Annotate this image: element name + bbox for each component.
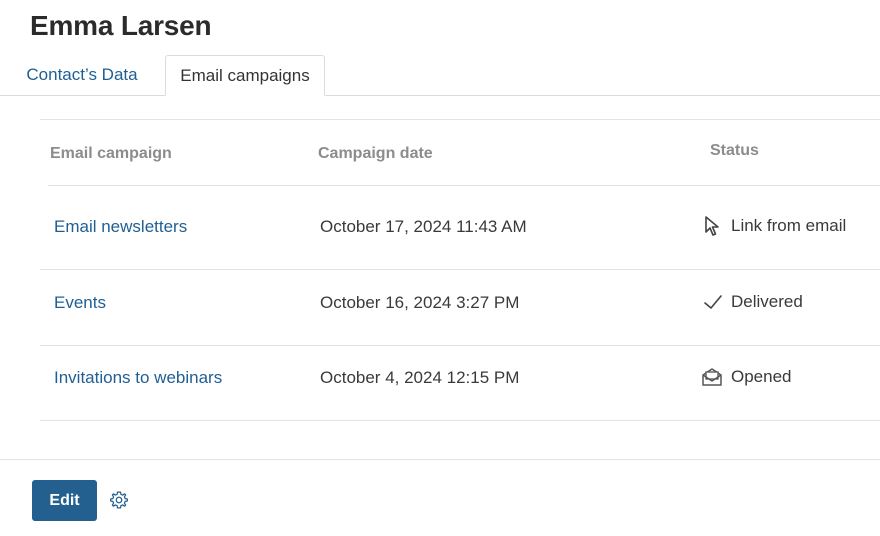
campaign-date: October 4, 2024 12:15 PM xyxy=(320,368,520,387)
row-divider xyxy=(40,345,880,346)
status-label: Opened xyxy=(731,367,792,386)
column-header-campaign-date: Campaign date xyxy=(318,145,433,162)
page-title: Emma Larsen xyxy=(30,10,212,41)
campaign-link[interactable]: Email newsletters xyxy=(54,217,187,237)
status-label: Link from email xyxy=(731,216,847,235)
status-cell: Opened xyxy=(701,366,792,388)
open-envelope-icon xyxy=(702,368,722,386)
tab-bar: Contact’s Data Email campaigns xyxy=(0,55,880,96)
footer-divider xyxy=(0,459,880,460)
check-icon xyxy=(704,295,722,309)
column-header-email-campaign: Email campaign xyxy=(50,145,172,162)
campaign-link[interactable]: Events xyxy=(54,293,106,313)
table-top-border xyxy=(40,119,880,120)
row-divider xyxy=(40,269,880,270)
campaign-date: October 17, 2024 11:43 AM xyxy=(320,217,527,236)
table-bottom-border xyxy=(40,420,880,421)
header-divider xyxy=(48,185,880,186)
cursor-icon xyxy=(705,216,719,236)
tab-contacts-data[interactable]: Contact’s Data xyxy=(0,55,164,95)
status-cell: Delivered xyxy=(703,291,803,313)
tab-email-campaigns[interactable]: Email campaigns xyxy=(165,55,325,96)
status-label: Delivered xyxy=(731,292,803,311)
campaign-link[interactable]: Invitations to webinars xyxy=(54,368,222,388)
edit-button[interactable]: Edit xyxy=(32,480,97,521)
column-header-status: Status xyxy=(710,142,759,159)
campaign-date: October 16, 2024 3:27 PM xyxy=(320,293,520,312)
gear-icon[interactable] xyxy=(109,490,129,510)
status-cell: Link from email xyxy=(703,215,846,237)
